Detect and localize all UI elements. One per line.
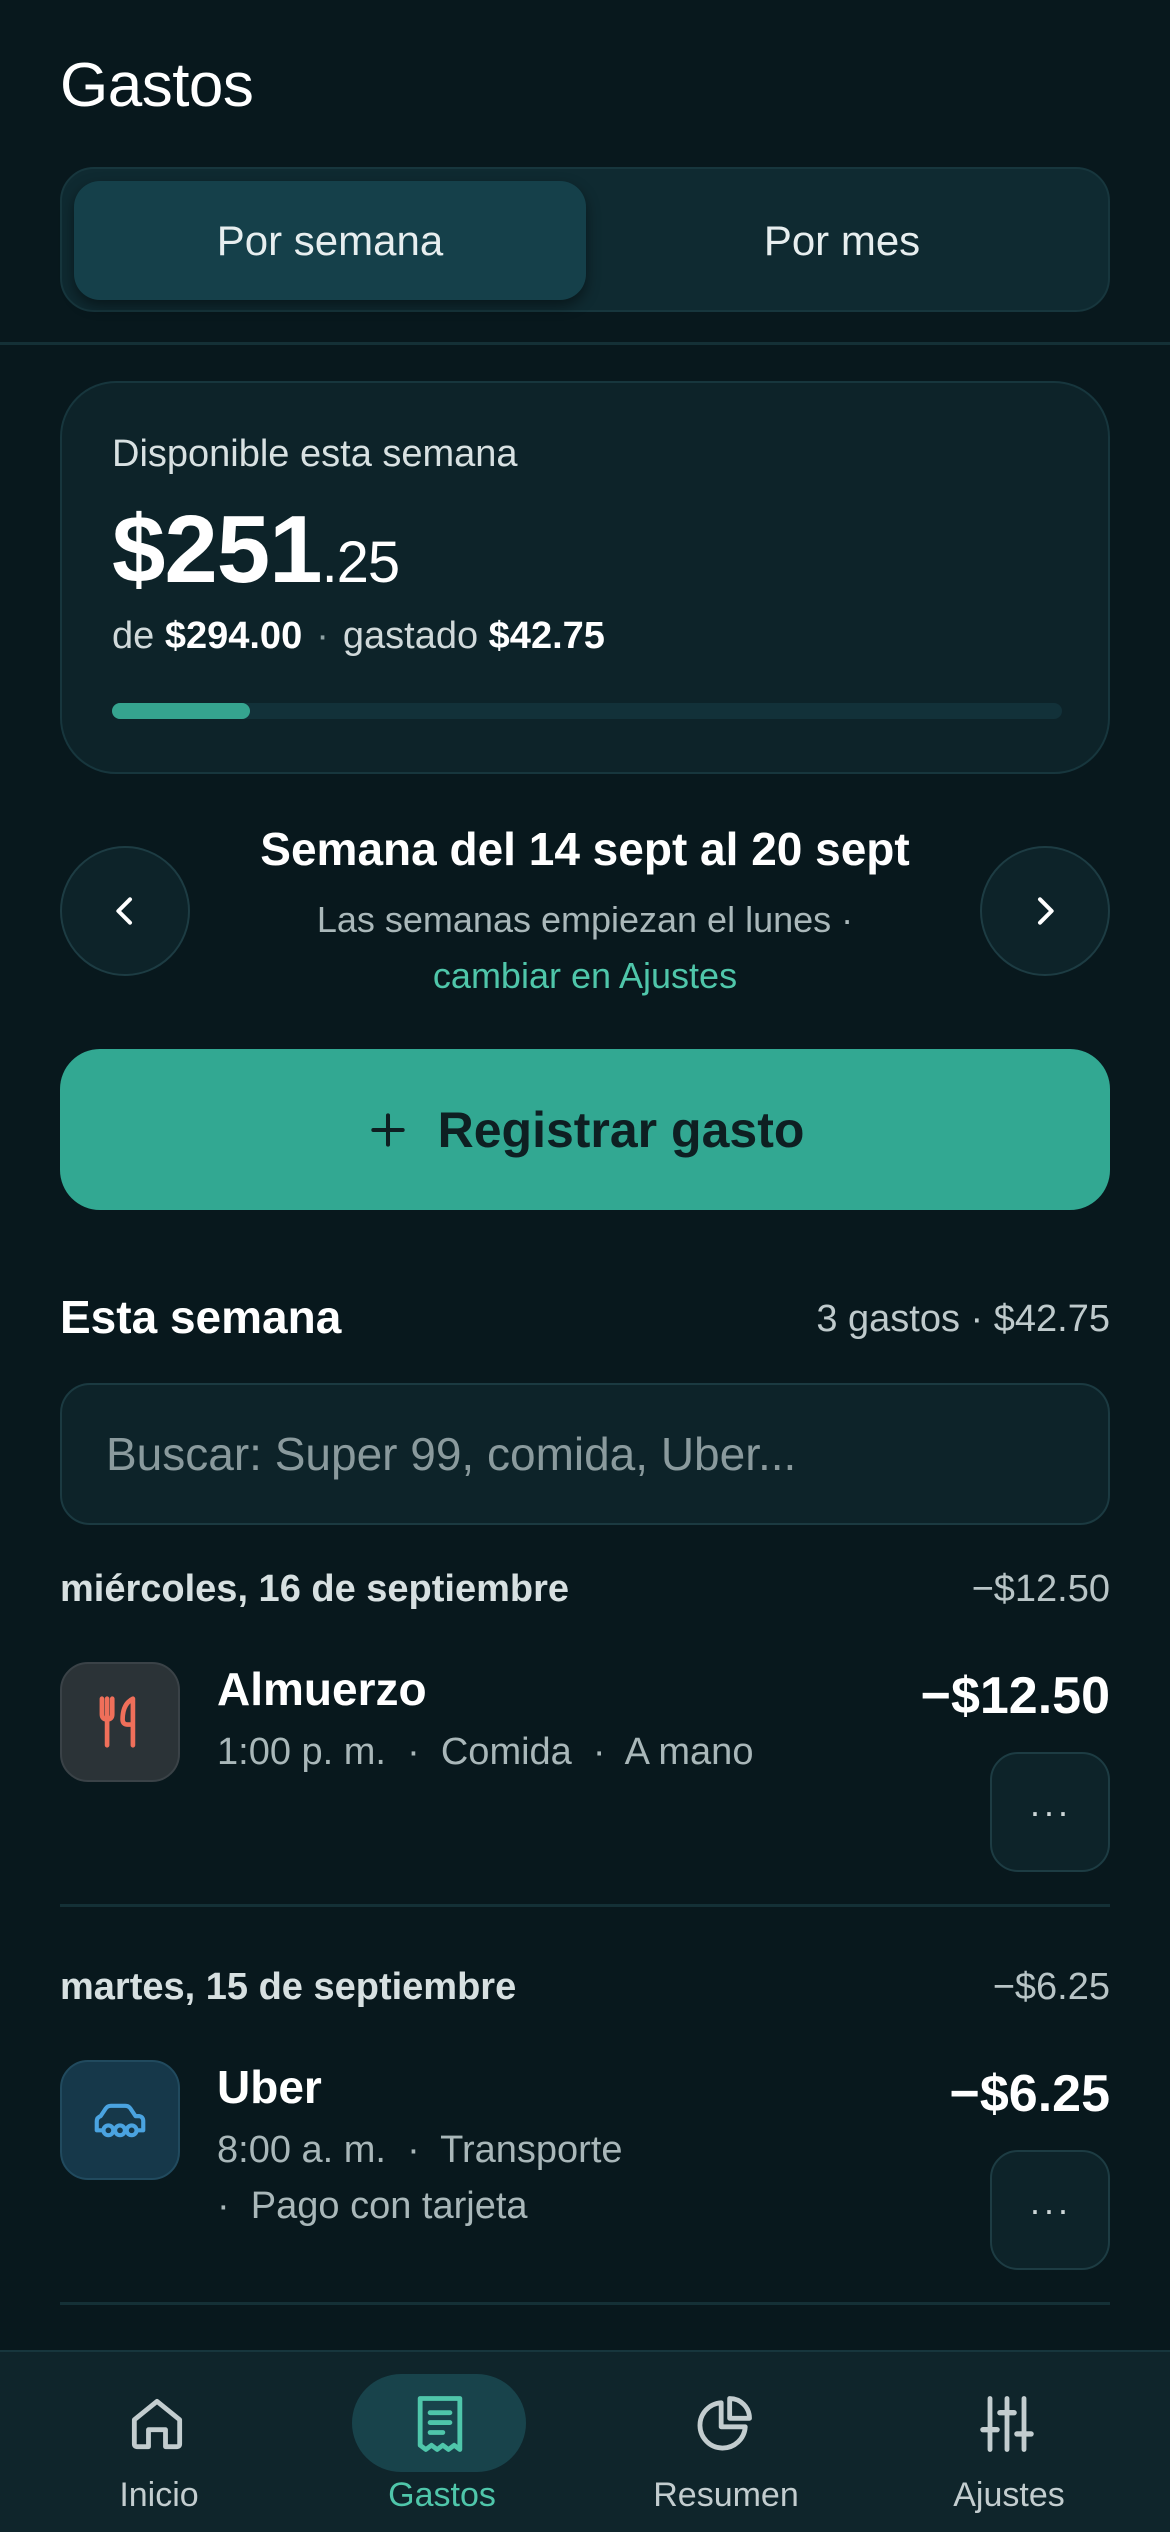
tab-gastos[interactable]: Gastos [296, 2352, 588, 2532]
week-start-hint: Las semanas empiezan el lunes · cambiar … [200, 892, 970, 1004]
home-icon [131, 2398, 183, 2450]
expense-item[interactable]: Almuerzo 1:00 p. m. · Comida · A mano −$… [60, 1662, 1110, 1872]
expense-meta-line2: · Pago con tarjeta [217, 2185, 528, 2227]
expense-amount: −$6.25 [949, 2065, 1111, 2123]
week-navigator: Semana del 14 sept al 20 sept Las semana… [0, 812, 1170, 1002]
available-amount-main: $251 [112, 496, 323, 603]
day-header: martes, 15 de septiembre −$6.25 [60, 1966, 1110, 2009]
available-amount: $251.25 [112, 495, 401, 605]
tab-label: Gastos [388, 2476, 496, 2514]
available-amount-cents: .25 [321, 530, 401, 595]
chevron-left-icon [116, 897, 132, 925]
bottom-tab-bar: Inicio Gastos Resumen Ajustes [0, 2350, 1170, 2532]
chevron-right-icon [1038, 897, 1054, 925]
expense-name: Uber [217, 2061, 322, 2113]
page-title: Gastos [60, 51, 254, 120]
budget-progress-bar [112, 703, 1062, 719]
section-title: Esta semana [60, 1291, 342, 1343]
pie-chart-icon [697, 2396, 752, 2451]
period-toggle: Por semana Por mes [60, 167, 1110, 312]
expense-item[interactable]: Uber 8:00 a. m. · Transporte · Pago con t… [60, 2060, 1110, 2270]
category-transport-badge [60, 2060, 180, 2180]
day-total: −$12.50 [971, 1568, 1110, 1610]
more-options-button[interactable]: ··· [990, 1752, 1110, 1872]
expense-meta: 8:00 a. m. · Transporte · Pago con tarjet… [217, 2122, 817, 2234]
budget-spent-prefix: gastado [342, 615, 479, 657]
register-expense-button[interactable]: Registrar gasto [60, 1049, 1110, 1210]
sliders-icon [980, 2396, 1034, 2452]
week-range-title: Semana del 14 sept al 20 sept [260, 823, 910, 875]
tab-label: Inicio [119, 2476, 199, 2514]
tab-label: Ajustes [953, 2476, 1065, 2514]
tab-month[interactable]: Por mes [586, 181, 1098, 300]
budget-summary: de $294.00 · gastado $42.75 [112, 615, 605, 658]
tab-week[interactable]: Por semana [74, 181, 586, 300]
separator-dot: · [316, 615, 329, 657]
register-expense-label: Registrar gasto [437, 1101, 805, 1158]
expense-meta: 1:00 p. m. · Comida · A mano [217, 1731, 754, 1773]
tab-label: Resumen [653, 2476, 799, 2514]
expense-meta-line1: 8:00 a. m. · Transporte [217, 2129, 623, 2171]
section-summary: 3 gastos · $42.75 [816, 1298, 1110, 1340]
plus-icon [370, 1112, 405, 1147]
car-icon [94, 2103, 146, 2138]
day-total: −$6.25 [992, 1966, 1110, 2008]
budget-progress-fill [112, 703, 250, 719]
expense-amount: −$12.50 [920, 1667, 1110, 1725]
header-divider [0, 342, 1170, 345]
previous-week-button[interactable] [60, 846, 190, 976]
budget-total: $294.00 [164, 615, 303, 657]
day-label: miércoles, 16 de septiembre [60, 1568, 570, 1610]
search-field[interactable] [60, 1383, 1110, 1525]
row-divider [60, 2302, 1110, 2305]
tab-resumen[interactable]: Resumen [580, 2352, 872, 2532]
tab-ajustes[interactable]: Ajustes [863, 2352, 1155, 2532]
more-options-button[interactable]: ··· [990, 2150, 1110, 2270]
receipt-icon [417, 2396, 463, 2452]
utensils-icon [99, 1696, 136, 1748]
expense-name: Almuerzo [217, 1663, 427, 1715]
change-in-settings-link[interactable]: cambiar en Ajustes [433, 955, 737, 996]
budget-card: Disponible esta semana $251.25 de $294.0… [60, 381, 1110, 774]
day-label: martes, 15 de septiembre [60, 1966, 517, 2008]
budget-of-prefix: de [112, 615, 155, 657]
category-food-badge [60, 1662, 180, 1782]
row-divider [60, 1904, 1110, 1907]
tab-inicio[interactable]: Inicio [13, 2352, 305, 2532]
day-header: miércoles, 16 de septiembre −$12.50 [60, 1568, 1110, 1611]
budget-spent: $42.75 [488, 615, 605, 657]
week-start-hint-text: Las semanas empiezan el lunes · [316, 899, 854, 940]
next-week-button[interactable] [980, 846, 1110, 976]
expenses-screen: Gastos Por semana Por mes Disponible est… [0, 0, 1170, 2532]
search-input[interactable] [106, 1385, 1066, 1523]
budget-label: Disponible esta semana [112, 433, 518, 475]
